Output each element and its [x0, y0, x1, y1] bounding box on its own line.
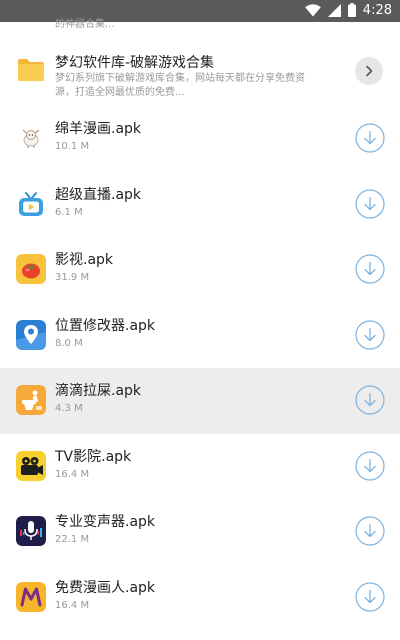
tomato-icon	[16, 254, 46, 284]
app-list: 绵羊漫画.apk 10.1 M 超级直播.apk 6.1 M 影视.apk 31…	[0, 106, 400, 630]
tv-icon	[16, 188, 46, 219]
download-icon	[355, 319, 385, 350]
sheep-icon	[16, 123, 46, 153]
folder-description: 梦幻系列旗下破解游戏库合集，网站每天都在分享免费资源，打造全网最优质的免费...	[55, 73, 305, 98]
signal-icon	[327, 2, 341, 21]
app-size: 6.1 M	[55, 206, 83, 218]
app-size: 31.9 M	[55, 272, 90, 283]
app-size: 10.1 M	[55, 141, 90, 152]
download-button[interactable]	[355, 123, 385, 153]
download-button[interactable]	[355, 516, 385, 546]
app-name: 免费漫画人.apk	[55, 579, 156, 596]
folder-row[interactable]: 梦幻软件库-破解游戏合集 梦幻系列旗下破解游戏库合集，网站每天都在分享免费资源，…	[0, 40, 400, 106]
download-icon	[355, 450, 385, 481]
download-icon	[355, 581, 385, 612]
download-icon	[355, 385, 385, 415]
app-name: 专业变声器.apk	[55, 514, 156, 530]
film-camera-icon	[16, 450, 46, 481]
app-size: 4.3 M	[55, 403, 83, 414]
wifi-icon	[304, 2, 321, 21]
app-size: 16.4 M	[55, 599, 90, 611]
comic-m-icon	[16, 581, 46, 612]
previous-item-description: 的神器合集...	[55, 19, 115, 30]
download-button[interactable]	[355, 254, 385, 284]
status-icons: 4:28	[304, 2, 392, 21]
folder-title: 梦幻软件库-破解游戏合集	[55, 55, 215, 71]
list-item[interactable]: 影视.apk 31.9 M	[0, 237, 400, 303]
list-item[interactable]: 绵羊漫画.apk 10.1 M	[0, 106, 400, 172]
app-name: 超级直播.apk	[55, 186, 142, 203]
folder-icon	[16, 55, 46, 85]
app-size: 22.1 M	[55, 534, 90, 545]
download-icon	[355, 188, 385, 219]
download-icon	[355, 123, 385, 153]
download-button[interactable]	[355, 319, 385, 350]
list-item[interactable]: 超级直播.apk 6.1 M	[0, 172, 400, 238]
app-name: 影视.apk	[55, 252, 114, 268]
open-folder-button[interactable]	[355, 57, 383, 85]
list-item-highlighted[interactable]: 滴滴拉屎.apk 4.3 M	[0, 368, 400, 434]
download-button[interactable]	[355, 581, 385, 612]
list-item[interactable]: 位置修改器.apk 8.0 M	[0, 303, 400, 369]
app-name: 绵羊漫画.apk	[55, 121, 142, 137]
download-icon	[355, 516, 385, 546]
app-size: 8.0 M	[55, 337, 83, 349]
toilet-icon	[16, 385, 46, 415]
map-pin-icon	[16, 319, 46, 350]
battery-icon	[347, 2, 356, 21]
list-item[interactable]: TV影院.apk 16.4 M	[0, 434, 400, 500]
app-name: 位置修改器.apk	[55, 317, 156, 334]
download-icon	[355, 254, 385, 284]
download-button[interactable]	[355, 188, 385, 219]
chevron-right-icon	[364, 62, 374, 81]
microphone-icon	[16, 516, 46, 546]
app-name: TV影院.apk	[55, 448, 132, 465]
list-item[interactable]: 免费漫画人.apk 16.4 M	[0, 565, 400, 631]
app-size: 16.4 M	[55, 468, 90, 480]
status-time: 4:28	[362, 3, 392, 18]
app-name: 滴滴拉屎.apk	[55, 383, 142, 399]
list-item[interactable]: 专业变声器.apk 22.1 M	[0, 499, 400, 565]
download-button[interactable]	[355, 450, 385, 481]
download-button[interactable]	[355, 385, 385, 415]
